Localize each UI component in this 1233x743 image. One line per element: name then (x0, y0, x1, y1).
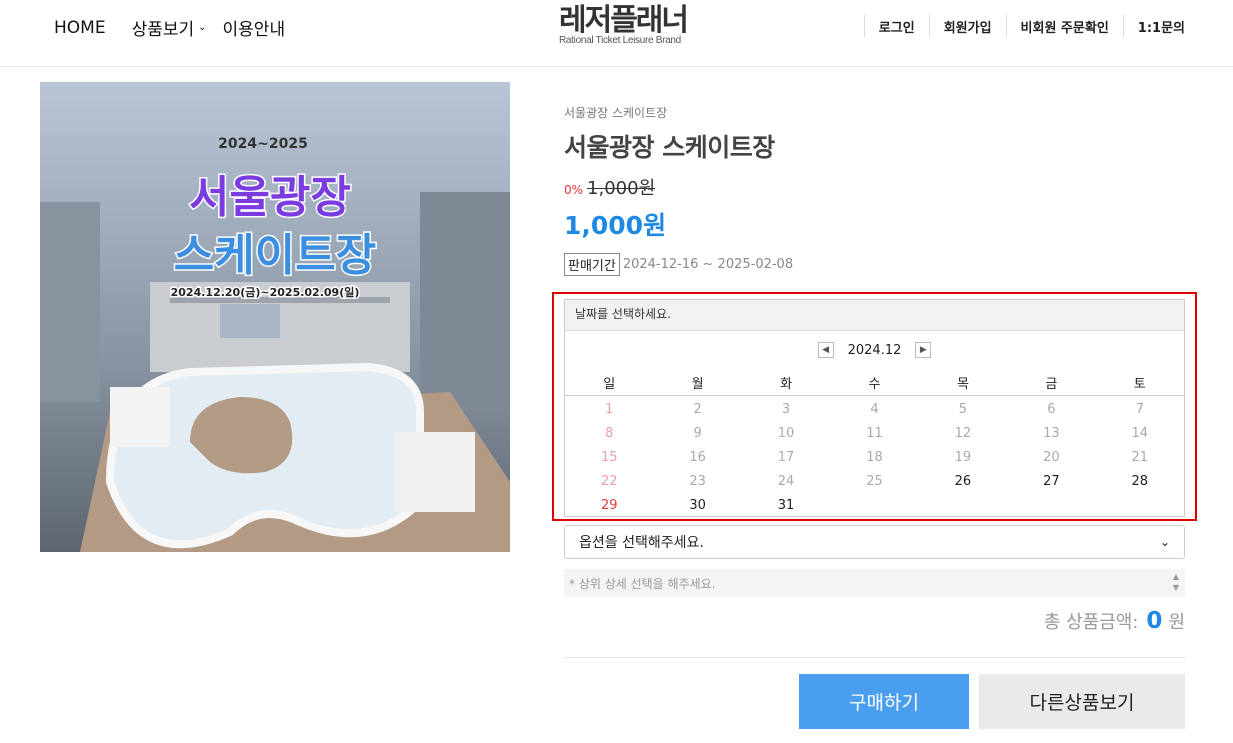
product-image: 2024~2025 서울광장 스케이트장 2024.12.20(금)~2025.… (40, 82, 510, 552)
sub-option-field[interactable]: * 상위 상세 선택을 해주세요. ▲ ▼ (564, 569, 1185, 597)
logo-tagline: Rational Ticket Leisure Brand (559, 35, 681, 46)
calendar-day: 18 (866, 450, 883, 465)
chevron-down-icon: ⌄ (198, 22, 207, 33)
main-nav: HOME 상품보기 ⌄ 이용안내 (54, 15, 311, 41)
calendar-day[interactable]: 30 (653, 494, 741, 518)
divider (1122, 15, 1124, 37)
weekday-label: 금 (1045, 377, 1058, 392)
divider (928, 15, 930, 37)
buy-button[interactable]: 구매하기 (799, 674, 969, 729)
calendar-day: 21 (1131, 450, 1149, 465)
calendar-day: 9 (693, 426, 702, 441)
calendar-day: 5 (958, 402, 968, 417)
other-products-button[interactable]: 다른상품보기 (979, 674, 1185, 729)
calendar-day: 15 (600, 450, 618, 465)
nav-home-label: HOME (54, 17, 106, 38)
weekday-label: 일 (603, 377, 616, 392)
product-title: 서울광장 스케이트장 (564, 133, 775, 162)
weekday-label: 목 (956, 377, 969, 392)
nav-products-label: 상품보기 (131, 20, 195, 40)
weekday-label: 화 (780, 377, 793, 392)
original-price: 1,000원 (587, 178, 656, 199)
divider (1005, 15, 1007, 37)
image-title-line2: 스케이트장 (174, 230, 376, 281)
guest-order-link[interactable]: 비회원 주문확인 (1021, 17, 1109, 36)
chevron-right-icon[interactable]: ▶ (915, 342, 932, 358)
calendar-day: 2 (693, 402, 702, 417)
calendar-day: 13 (1043, 426, 1060, 441)
period-dates: 2024-12-16 ~ 2025-02-08 (622, 257, 794, 272)
calendar-day: 17 (777, 450, 795, 465)
price-line: 0% 1,000원 (564, 174, 1185, 200)
scroll-arrows-icon[interactable]: ▲ ▼ (1173, 571, 1179, 593)
product-info: 서울광장 스케이트장 서울광장 스케이트장 0% 1,000원 1,000원 판… (564, 104, 1185, 276)
calendar-day: 25 (866, 474, 883, 489)
sale-price: 1,000원 (564, 211, 667, 240)
chevron-left-icon[interactable]: ◀ (817, 342, 834, 358)
calendar-weekdays: 일월화수목금토 (565, 373, 1184, 392)
calendar-day: 11 (866, 426, 883, 441)
calendar-header: 날짜를 선택하세요. (565, 300, 1184, 331)
weekday-label: 수 (868, 377, 881, 392)
calendar-day: 12 (954, 426, 972, 441)
date-picker: 날짜를 선택하세요. ◀ 2024.12 ▶ 일월화수목금토 123456789… (564, 299, 1185, 517)
nav-home[interactable]: HOME (54, 18, 106, 38)
calendar-day: 6 (1047, 402, 1056, 417)
total-label: 총 상품금액: (1043, 612, 1139, 633)
weekday-label: 월 (691, 377, 704, 392)
nav-products[interactable]: 상품보기 ⌄ (132, 15, 207, 40)
signup-link[interactable]: 회원가입 (944, 17, 992, 36)
calendar-day: 19 (954, 450, 972, 465)
calendar-month: 2024.12 (847, 342, 902, 358)
calendar-day[interactable]: 28 (1096, 470, 1184, 494)
logo-text: 레저플래너 (559, 3, 689, 38)
inquiry-link[interactable]: 1:1문의 (1138, 17, 1185, 36)
nav-guide[interactable]: 이용안내 (223, 15, 286, 40)
user-nav: 로그인 회원가입 비회원 주문확인 1:1문의 (850, 15, 1185, 37)
option-select[interactable]: 옵션을 선택해주세요. ⌄ (564, 525, 1185, 559)
site-logo[interactable]: 레저플래너 Rational Ticket Leisure Brand (559, 3, 699, 47)
calendar-day: 24 (777, 474, 795, 489)
total-price: 총 상품금액: 0 원 (1044, 608, 1185, 634)
calendar-day: 7 (1135, 402, 1144, 417)
weekday-label: 토 (1133, 377, 1146, 392)
divider (564, 657, 1185, 658)
calendar-day: 8 (605, 426, 614, 441)
calendar-day[interactable]: 29 (565, 494, 653, 518)
image-years: 2024~2025 (218, 136, 308, 152)
calendar-day: 20 (1043, 450, 1060, 465)
breadcrumb: 서울광장 스케이트장 (564, 106, 668, 120)
calendar-day: 10 (777, 426, 795, 441)
discount-rate: 0% (564, 183, 584, 197)
calendar-day: 3 (781, 402, 791, 417)
calendar-day: 1 (605, 402, 614, 417)
calendar-nav: ◀ 2024.12 ▶ (565, 342, 1184, 358)
nav-guide-label: 이용안내 (222, 20, 286, 40)
login-link[interactable]: 로그인 (879, 17, 915, 36)
image-title-line1: 서울광장 (189, 172, 351, 223)
period-tag: 판매기간 (564, 253, 620, 276)
divider (863, 15, 865, 37)
sub-option-placeholder: * 상위 상세 선택을 해주세요. (569, 576, 716, 591)
total-unit: 원 (1168, 612, 1185, 633)
calendar-day[interactable]: 26 (919, 470, 1007, 494)
image-dates: 2024.12.20(금)~2025.02.09(일) (171, 285, 360, 299)
sale-period: 판매기간 2024-12-16 ~ 2025-02-08 (564, 253, 1185, 276)
calendar-day[interactable]: 27 (1007, 470, 1095, 494)
calendar-day: 23 (689, 474, 706, 489)
chevron-down-icon: ⌄ (1159, 535, 1170, 549)
calendar-day[interactable]: 31 (742, 494, 830, 518)
calendar-day: 22 (600, 474, 618, 489)
calendar-day: 16 (689, 450, 706, 465)
calendar-days: 1 2 3 4 5 6 7 8 9 10 11 12 13 14 15 16 17 18 19 20 21 22 23 24 2… (565, 395, 1184, 518)
total-amount: 0 (1146, 608, 1163, 634)
header: HOME 상품보기 ⌄ 이용안내 레저플래너 Rational Ticket Le… (0, 0, 1233, 67)
option-select-value: 옵션을 선택해주세요. (579, 535, 704, 551)
calendar-day: 4 (870, 402, 879, 417)
calendar-day: 14 (1131, 426, 1149, 441)
